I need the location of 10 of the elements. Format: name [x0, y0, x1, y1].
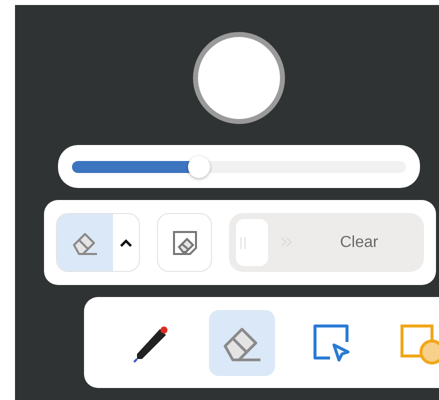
caret-up-icon — [119, 238, 133, 248]
slider-track[interactable] — [72, 156, 406, 178]
eraser-mode-button[interactable] — [56, 213, 140, 272]
swipe-to-clear-slider[interactable]: Clear — [229, 213, 424, 272]
slider-handle[interactable] — [236, 219, 268, 266]
clear-label: Clear — [340, 234, 378, 252]
eraser-tool-button[interactable] — [209, 310, 275, 376]
grip-icon — [240, 236, 246, 250]
area-eraser-button[interactable] — [157, 213, 212, 272]
slider-thumb[interactable] — [188, 156, 210, 178]
